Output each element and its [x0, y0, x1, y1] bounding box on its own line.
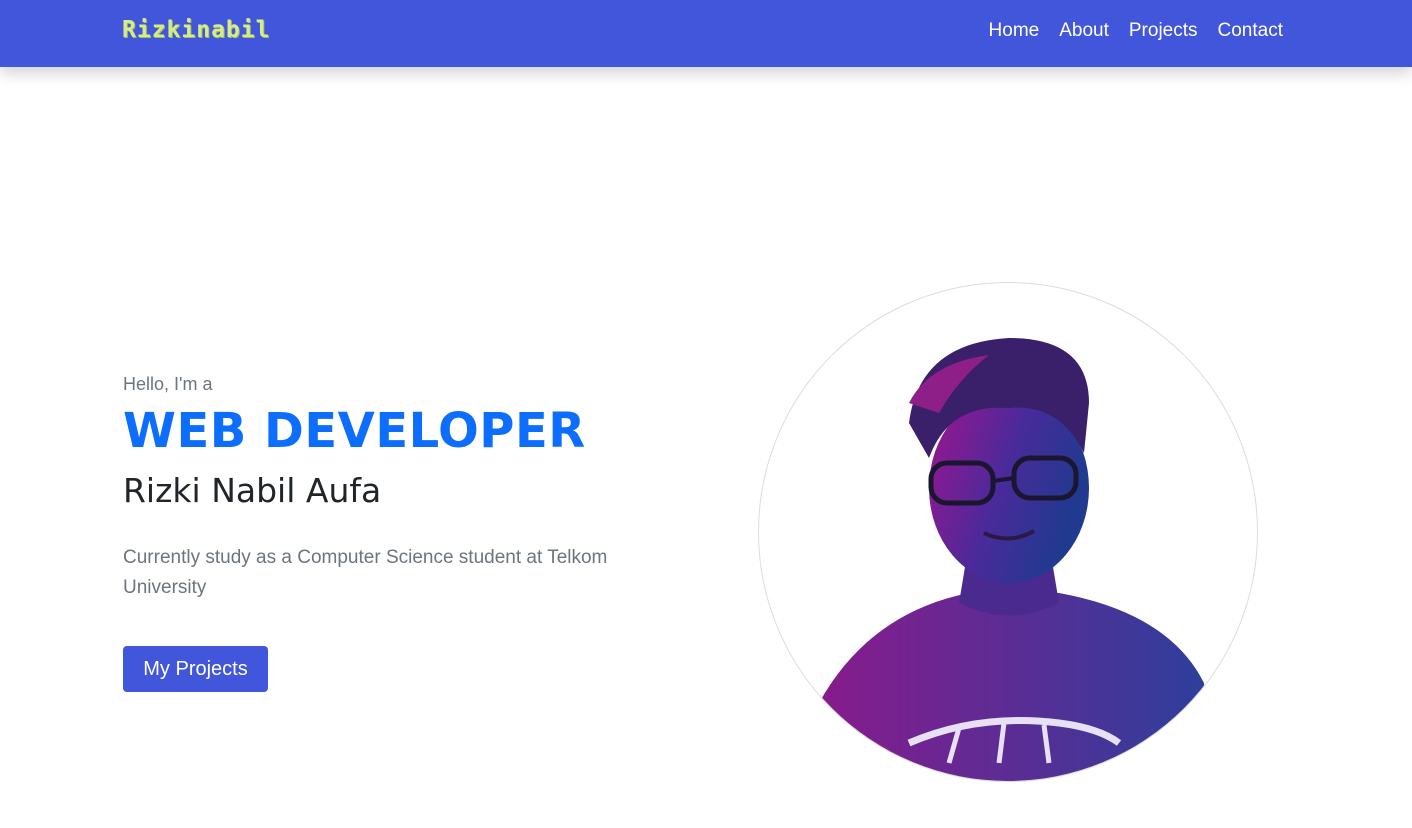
- profile-photo: [758, 282, 1258, 782]
- nav-link-projects[interactable]: Projects: [1129, 20, 1198, 42]
- hero-text: Hello, I'm a WEB DEVELOPER Rizki Nabil A…: [123, 374, 663, 603]
- nav-link-home[interactable]: Home: [989, 20, 1040, 42]
- hero-greeting: Hello, I'm a: [123, 374, 213, 394]
- brand-logo[interactable]: Rizkinabil: [122, 17, 270, 43]
- hero-role: WEB DEVELOPER: [123, 403, 586, 459]
- hero-name: Rizki Nabil Aufa: [123, 471, 382, 510]
- nav-links: Home About Projects Contact: [989, 20, 1283, 42]
- nav-link-about[interactable]: About: [1059, 20, 1109, 42]
- my-projects-button[interactable]: My Projects: [123, 646, 268, 692]
- navbar: Rizkinabil Home About Projects Contact: [0, 0, 1412, 67]
- hero-description: Currently study as a Computer Science st…: [123, 547, 608, 598]
- nav-link-contact[interactable]: Contact: [1218, 20, 1283, 42]
- profile-photo-illustration: [809, 338, 1209, 781]
